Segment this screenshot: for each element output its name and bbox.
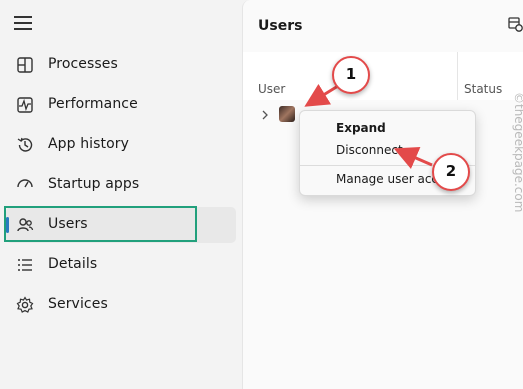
table-header: User Status xyxy=(243,52,523,100)
menu-item-disconnect[interactable]: Disconnect xyxy=(336,143,403,157)
sidebar-item-details[interactable]: Details xyxy=(6,247,236,283)
services-icon xyxy=(16,296,34,313)
sidebar-item-label: Services xyxy=(48,296,108,312)
watermark-text: ©thegeekpage.com xyxy=(512,92,523,213)
watermark: ©thegeekpage.com xyxy=(504,90,523,270)
processes-icon xyxy=(17,57,33,73)
users-highlight-box xyxy=(4,206,197,242)
sidebar: Processes Performance App history Startu… xyxy=(0,0,242,389)
sidebar-item-app-history[interactable]: App history xyxy=(6,127,236,163)
sidebar-item-startup-apps[interactable]: Startup apps xyxy=(6,167,236,203)
hamburger-menu-icon[interactable] xyxy=(14,16,32,30)
app-history-icon xyxy=(17,137,33,152)
run-new-task-icon[interactable] xyxy=(508,17,523,33)
column-header-user[interactable]: User xyxy=(258,82,285,96)
page-header: Users xyxy=(243,0,523,53)
page-title: Users xyxy=(258,18,303,34)
sidebar-item-label: Startup apps xyxy=(48,176,140,192)
chevron-right-icon[interactable] xyxy=(260,109,270,121)
sidebar-item-services[interactable]: Services xyxy=(6,287,236,323)
startup-apps-icon xyxy=(17,179,33,188)
details-icon xyxy=(18,259,32,271)
column-divider[interactable] xyxy=(457,52,458,100)
column-header-status[interactable]: Status xyxy=(464,82,502,96)
menu-item-expand[interactable]: Expand xyxy=(336,121,386,135)
performance-icon xyxy=(17,97,33,113)
sidebar-item-label: Performance xyxy=(48,96,138,112)
sidebar-item-label: Processes xyxy=(48,56,118,72)
avatar xyxy=(279,106,295,122)
step-badge-2: 2 xyxy=(432,153,470,191)
step-badge-1: 1 xyxy=(332,56,370,94)
sidebar-item-processes[interactable]: Processes xyxy=(6,47,236,83)
sidebar-item-label: App history xyxy=(48,136,130,152)
sidebar-item-performance[interactable]: Performance xyxy=(6,87,236,123)
sidebar-item-label: Details xyxy=(48,256,98,272)
